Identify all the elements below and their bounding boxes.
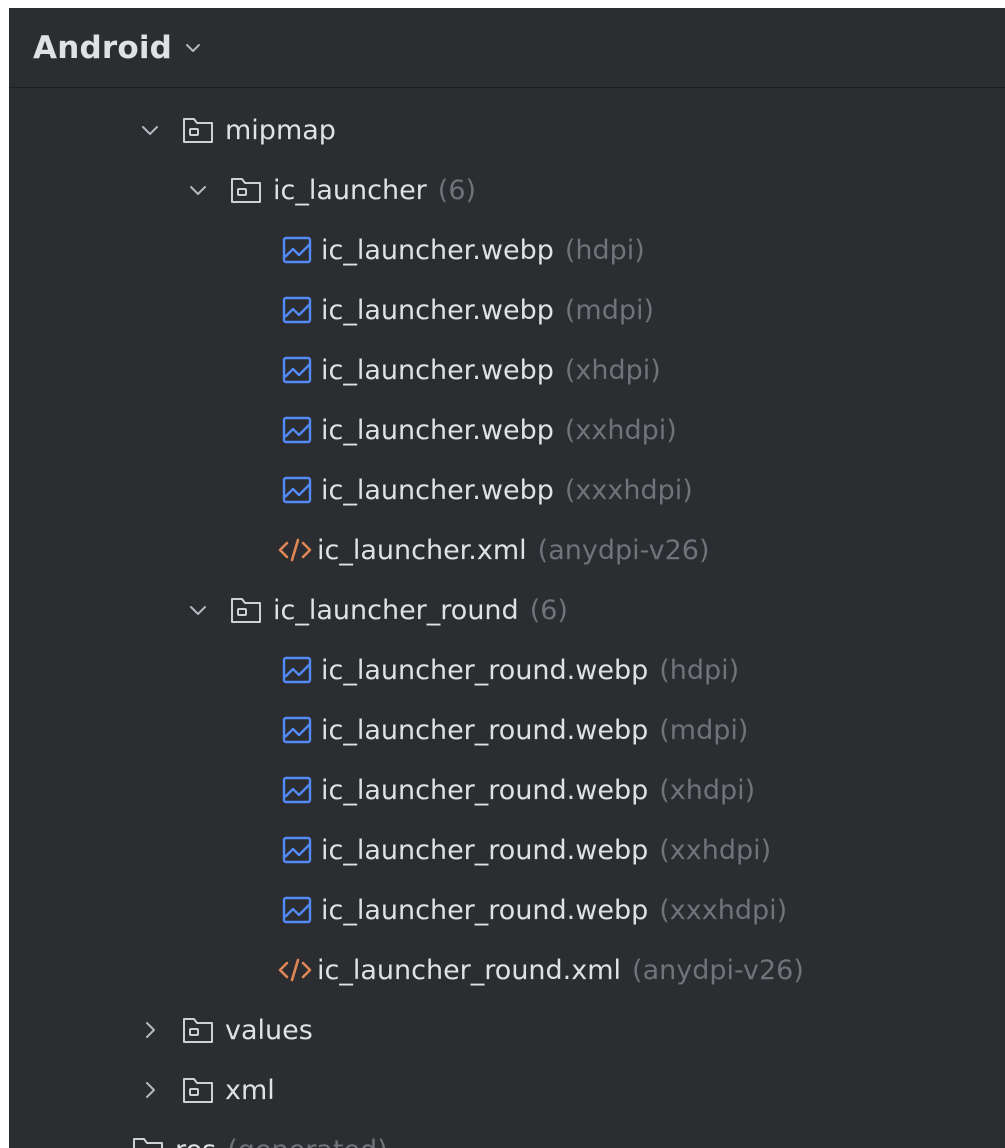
tree-node-label: xml: [225, 1074, 275, 1106]
tree-node-count: (6): [529, 594, 568, 626]
resource-folder-icon: [231, 178, 261, 203]
file-qualifier: (anydpi-v26): [537, 534, 710, 566]
file-qualifier: (hdpi): [659, 654, 740, 686]
tree-node-count: (6): [437, 174, 477, 206]
project-tool-window: Android mipmap ic_launcher (6) ic_launch…: [9, 8, 1005, 1148]
file-qualifier: (xxxhdpi): [659, 894, 788, 926]
file-qualifier: (xhdpi): [564, 354, 661, 386]
tree-file-row[interactable]: ic_launcher.webp (xxxhdpi): [9, 460, 1005, 520]
file-qualifier: (xxxhdpi): [564, 474, 693, 506]
file-name: ic_launcher.webp: [321, 354, 554, 386]
tree-node-ic-launcher-round[interactable]: ic_launcher_round (6): [9, 580, 1005, 640]
file-name: ic_launcher_round.webp: [321, 714, 649, 746]
tree-file-row[interactable]: ic_launcher_round.webp (xxhdpi): [9, 820, 1005, 880]
image-file-icon: [282, 236, 312, 264]
chevron-right-icon[interactable]: [137, 1077, 163, 1103]
file-qualifier: (mdpi): [659, 714, 749, 746]
view-selector-label[interactable]: Android: [33, 30, 172, 66]
tree-node-hint: (generated): [227, 1135, 388, 1148]
tree-file-row[interactable]: ic_launcher.webp (xxhdpi): [9, 400, 1005, 460]
file-name: ic_launcher.webp: [321, 474, 554, 506]
resource-folder-icon: [183, 1018, 213, 1043]
chevron-down-icon[interactable]: [185, 597, 211, 623]
file-qualifier: (xxhdpi): [659, 834, 772, 866]
chevron-down-icon[interactable]: [185, 177, 211, 203]
tree-file-row[interactable]: ic_launcher.webp (xhdpi): [9, 340, 1005, 400]
tree-node-mipmap[interactable]: mipmap: [9, 100, 1005, 160]
tree-node-label: res: [175, 1135, 216, 1148]
resource-folder-icon: [183, 118, 213, 143]
tree-node-label: ic_launcher: [273, 174, 427, 206]
file-name: ic_launcher.webp: [321, 414, 554, 446]
tree-file-row[interactable]: ic_launcher_round.webp (xhdpi): [9, 760, 1005, 820]
image-file-icon: [282, 656, 312, 684]
file-qualifier: (mdpi): [564, 294, 655, 326]
xml-file-icon: [278, 958, 312, 982]
project-view-header: Android: [9, 8, 1005, 88]
tree-file-row[interactable]: ic_launcher.xml (anydpi-v26): [9, 520, 1005, 580]
tree-file-row[interactable]: ic_launcher_round.xml (anydpi-v26): [9, 940, 1005, 1000]
file-name: ic_launcher_round.webp: [321, 654, 649, 686]
resource-folder-icon: [231, 598, 261, 623]
file-name: ic_launcher.webp: [321, 294, 554, 326]
tree-node-label: values: [225, 1014, 313, 1046]
file-qualifier: (anydpi-v26): [632, 954, 804, 986]
tree-file-row[interactable]: ic_launcher_round.webp (hdpi): [9, 640, 1005, 700]
chevron-down-icon[interactable]: [137, 117, 163, 143]
image-file-icon: [282, 776, 312, 804]
file-qualifier: (xhdpi): [659, 774, 756, 806]
tree-file-row[interactable]: ic_launcher_round.webp (xxxhdpi): [9, 880, 1005, 940]
tree-file-row[interactable]: ic_launcher.webp (mdpi): [9, 280, 1005, 340]
file-name: ic_launcher_round.webp: [321, 834, 649, 866]
file-qualifier: (xxhdpi): [564, 414, 677, 446]
resource-folder-icon: [183, 1078, 213, 1103]
image-file-icon: [282, 416, 312, 444]
tree-file-row[interactable]: ic_launcher_round.webp (mdpi): [9, 700, 1005, 760]
xml-file-icon: [278, 538, 312, 562]
file-name: ic_launcher_round.xml: [317, 954, 622, 986]
file-qualifier: (hdpi): [564, 234, 645, 266]
folder-icon: [133, 1138, 163, 1148]
image-file-icon: [282, 476, 312, 504]
tree-node-xml[interactable]: xml: [9, 1060, 1005, 1120]
file-name: ic_launcher.webp: [321, 234, 554, 266]
tree-node-ic-launcher[interactable]: ic_launcher (6): [9, 160, 1005, 220]
image-file-icon: [282, 296, 312, 324]
image-file-icon: [282, 716, 312, 744]
tree-node-label: ic_launcher_round: [273, 594, 519, 626]
file-name: ic_launcher_round.webp: [321, 774, 649, 806]
image-file-icon: [282, 836, 312, 864]
file-name: ic_launcher.xml: [317, 534, 527, 566]
tree-node-values[interactable]: values: [9, 1000, 1005, 1060]
chevron-right-icon[interactable]: [137, 1017, 163, 1043]
image-file-icon: [282, 356, 312, 384]
chevron-down-icon[interactable]: [182, 37, 204, 59]
tree-node-label: mipmap: [225, 114, 336, 146]
file-name: ic_launcher_round.webp: [321, 894, 649, 926]
tree-node-res-generated[interactable]: res (generated): [9, 1120, 1005, 1148]
tree-file-row[interactable]: ic_launcher.webp (hdpi): [9, 220, 1005, 280]
image-file-icon: [282, 896, 312, 924]
